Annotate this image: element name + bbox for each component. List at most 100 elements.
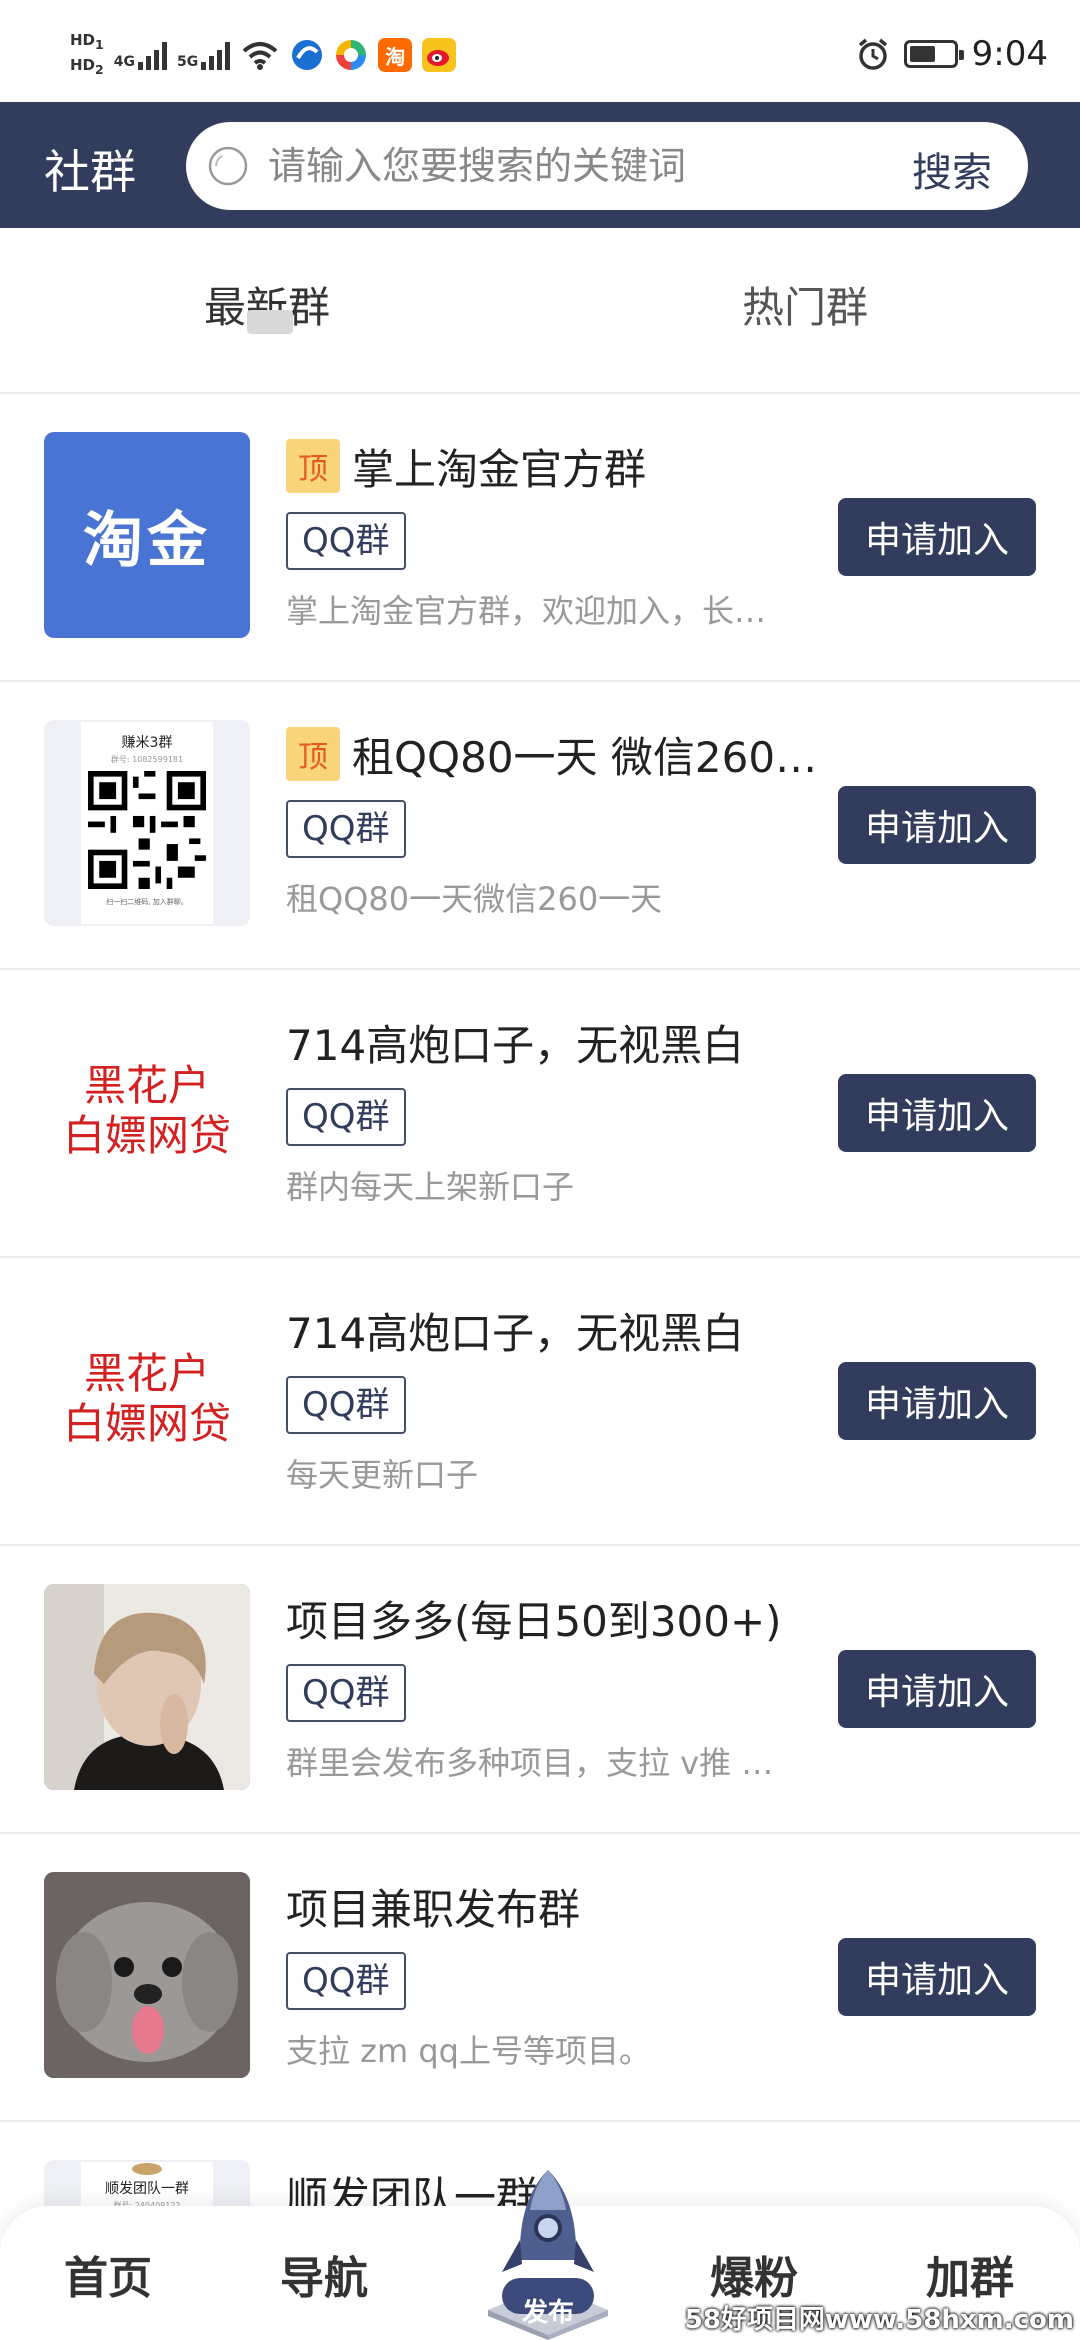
group-list: 淘金 顶 掌上淘金官方群 QQ群 掌上淘金官方群，欢迎加入，长… 申请加入 赚米… — [0, 394, 1080, 2340]
signal-4g: 4G — [114, 40, 167, 70]
alarm-icon — [858, 38, 887, 70]
group-tabs: 最新群 热门群 — [0, 228, 1080, 394]
group-type-tag: QQ群 — [286, 512, 406, 570]
list-item[interactable]: 黑花户 白嫖网贷 714高炮口子，无视黑白 QQ群 每天更新口子 申请加入 — [0, 1258, 1080, 1546]
status-bar: HD1 HD2 4G 5G 淘 9:04 — [0, 0, 1080, 102]
status-right: 9:04 — [856, 34, 1048, 74]
group-description: 每天更新口子 — [286, 1456, 479, 1494]
nav-home[interactable]: 首页 — [64, 2242, 152, 2306]
group-title: 项目多多(每日50到300+) — [286, 1596, 782, 1646]
tab-hot[interactable]: 热门群 — [742, 274, 868, 335]
group-info: 714高炮口子，无视黑白 QQ群 群内每天上架新口子 — [286, 1012, 826, 1208]
search-icon — [208, 146, 248, 186]
search-input[interactable] — [268, 136, 868, 196]
group-type-tag: QQ群 — [286, 1088, 406, 1146]
group-description: 支拉 zm qq上号等项目。 — [286, 2032, 651, 2070]
title-line: 顶 掌上淘金官方群 — [286, 436, 826, 496]
signal-bars-icon — [137, 40, 167, 70]
avatar-text: 白嫖网贷 — [62, 1399, 231, 1448]
list-item[interactable]: 黑花户 白嫖网贷 714高炮口子，无视黑白 QQ群 群内每天上架新口子 申请加入 — [0, 970, 1080, 1258]
watermark: 58好项目网www.58hxm.com — [684, 2305, 1074, 2335]
colorful-app-icon — [336, 40, 367, 70]
page-title: 社群 — [44, 145, 136, 199]
group-description: 群里会发布多种项目，支拉 v推 … — [286, 1744, 774, 1782]
group-info: 顶 租QQ80一天 微信260… QQ群 租QQ80一天微信260一天 — [286, 724, 826, 920]
battery-icon — [903, 40, 964, 68]
group-type-tag: QQ群 — [286, 1952, 406, 2010]
group-avatar: 黑花户 白嫖网贷 — [44, 1008, 250, 1214]
list-item[interactable]: 赚米3群 群号: 1082599181 扫一扫二维码, 加入群聊。 顶 租QQ8… — [0, 682, 1080, 970]
clock: 9:04 — [971, 34, 1048, 74]
join-button[interactable]: 申请加入 — [838, 1938, 1036, 2016]
group-title: 714高炮口子，无视黑白 — [286, 1020, 745, 1070]
group-avatar: 黑花户 白嫖网贷 — [44, 1296, 250, 1502]
browser-icon — [292, 40, 323, 70]
net2-label: 5G — [176, 54, 199, 70]
group-info: 714高炮口子，无视黑白 QQ群 每天更新口子 — [286, 1300, 826, 1496]
title-line: 项目兼职发布群 — [286, 1876, 826, 1936]
join-button[interactable]: 申请加入 — [838, 498, 1036, 576]
group-description: 掌上淘金官方群，欢迎加入，长… — [286, 592, 767, 630]
title-line: 714高炮口子，无视黑白 — [286, 1012, 826, 1072]
publish-label: 发布 — [522, 2298, 575, 2328]
qr-footer: 扫一扫二维码, 加入群聊。 — [106, 898, 188, 906]
title-line: 714高炮口子，无视黑白 — [286, 1300, 826, 1360]
signal-bars-icon — [201, 40, 231, 70]
group-avatar: 赚米3群 群号: 1082599181 扫一扫二维码, 加入群聊。 — [44, 720, 250, 926]
group-type-tag: QQ群 — [286, 1376, 406, 1434]
group-type-tag: QQ群 — [286, 1664, 406, 1722]
search-button[interactable]: 搜索 — [912, 140, 992, 198]
group-description: 群内每天上架新口子 — [286, 1168, 575, 1206]
weibo-icon — [422, 38, 457, 72]
person-photo-icon — [44, 1584, 250, 1790]
join-button[interactable]: 申请加入 — [838, 1362, 1036, 1440]
pinned-badge: 顶 — [286, 727, 340, 781]
title-line: 顶 租QQ80一天 微信260… — [286, 724, 826, 784]
title-line: 项目多多(每日50到300+) — [286, 1588, 826, 1648]
group-description: 租QQ80一天微信260一天 — [286, 880, 663, 918]
nav-fans[interactable]: 爆粉 — [710, 2242, 798, 2306]
hd1-label: HD — [70, 31, 96, 49]
group-avatar — [44, 1584, 250, 1790]
wifi-icon — [242, 42, 278, 70]
pinned-badge: 顶 — [286, 439, 340, 493]
list-item[interactable]: 淘金 顶 掌上淘金官方群 QQ群 掌上淘金官方群，欢迎加入，长… 申请加入 — [0, 394, 1080, 682]
nav-join-group[interactable]: 加群 — [926, 2242, 1014, 2306]
qr-group-name: 赚米3群 — [121, 735, 173, 751]
group-title: 714高炮口子，无视黑白 — [286, 1308, 745, 1358]
taobao-icon: 淘 — [378, 38, 413, 72]
signal-5g: 5G — [176, 40, 231, 70]
group-avatar — [44, 1872, 250, 2078]
group-info: 项目兼职发布群 QQ群 支拉 zm qq上号等项目。 — [286, 1876, 826, 2072]
join-button[interactable]: 申请加入 — [838, 1074, 1036, 1152]
list-item[interactable]: 项目兼职发布群 QQ群 支拉 zm qq上号等项目。 申请加入 — [0, 1834, 1080, 2122]
group-title: 租QQ80一天 微信260… — [352, 732, 818, 782]
net1-label: 4G — [113, 54, 135, 70]
list-item[interactable]: 项目多多(每日50到300+) QQ群 群里会发布多种项目，支拉 v推 … 申请… — [0, 1546, 1080, 1834]
qr-card: 赚米3群 群号: 1082599181 扫一扫二维码, 加入群聊。 — [81, 722, 213, 924]
avatar-text: 黑花户 — [83, 1349, 210, 1398]
group-title: 掌上淘金官方群 — [352, 444, 647, 494]
search-bar[interactable]: 搜索 — [186, 122, 1028, 210]
group-type-tag: QQ群 — [286, 800, 406, 858]
taobao-glyph: 淘 — [385, 44, 406, 69]
avatar-text: 白嫖网贷 — [62, 1111, 231, 1160]
avatar-text: 黑花户 — [83, 1061, 210, 1110]
qr-code-icon — [88, 771, 206, 889]
status-left: HD1 HD2 4G 5G 淘 — [70, 30, 457, 80]
qr-group-name: 顺发团队一群 — [105, 2181, 189, 2197]
group-info: 顶 掌上淘金官方群 QQ群 掌上淘金官方群，欢迎加入，长… — [286, 436, 826, 632]
group-info: 项目多多(每日50到300+) QQ群 群里会发布多种项目，支拉 v推 … — [286, 1588, 826, 1784]
top-header: 社群 搜索 — [0, 102, 1080, 228]
group-avatar: 淘金 — [44, 432, 250, 638]
group-title: 项目兼职发布群 — [286, 1884, 581, 1934]
tab-active-indicator — [247, 310, 293, 334]
nav-navigation[interactable]: 导航 — [280, 2242, 368, 2306]
hd2-sub: 2 — [95, 62, 104, 77]
join-button[interactable]: 申请加入 — [838, 786, 1036, 864]
dog-photo-icon — [44, 1872, 250, 2078]
join-button[interactable]: 申请加入 — [838, 1650, 1036, 1728]
publish-button[interactable]: 发布 — [478, 2160, 618, 2340]
hd-indicator: HD1 HD2 — [70, 30, 104, 80]
avatar-text: 淘金 — [83, 505, 211, 576]
